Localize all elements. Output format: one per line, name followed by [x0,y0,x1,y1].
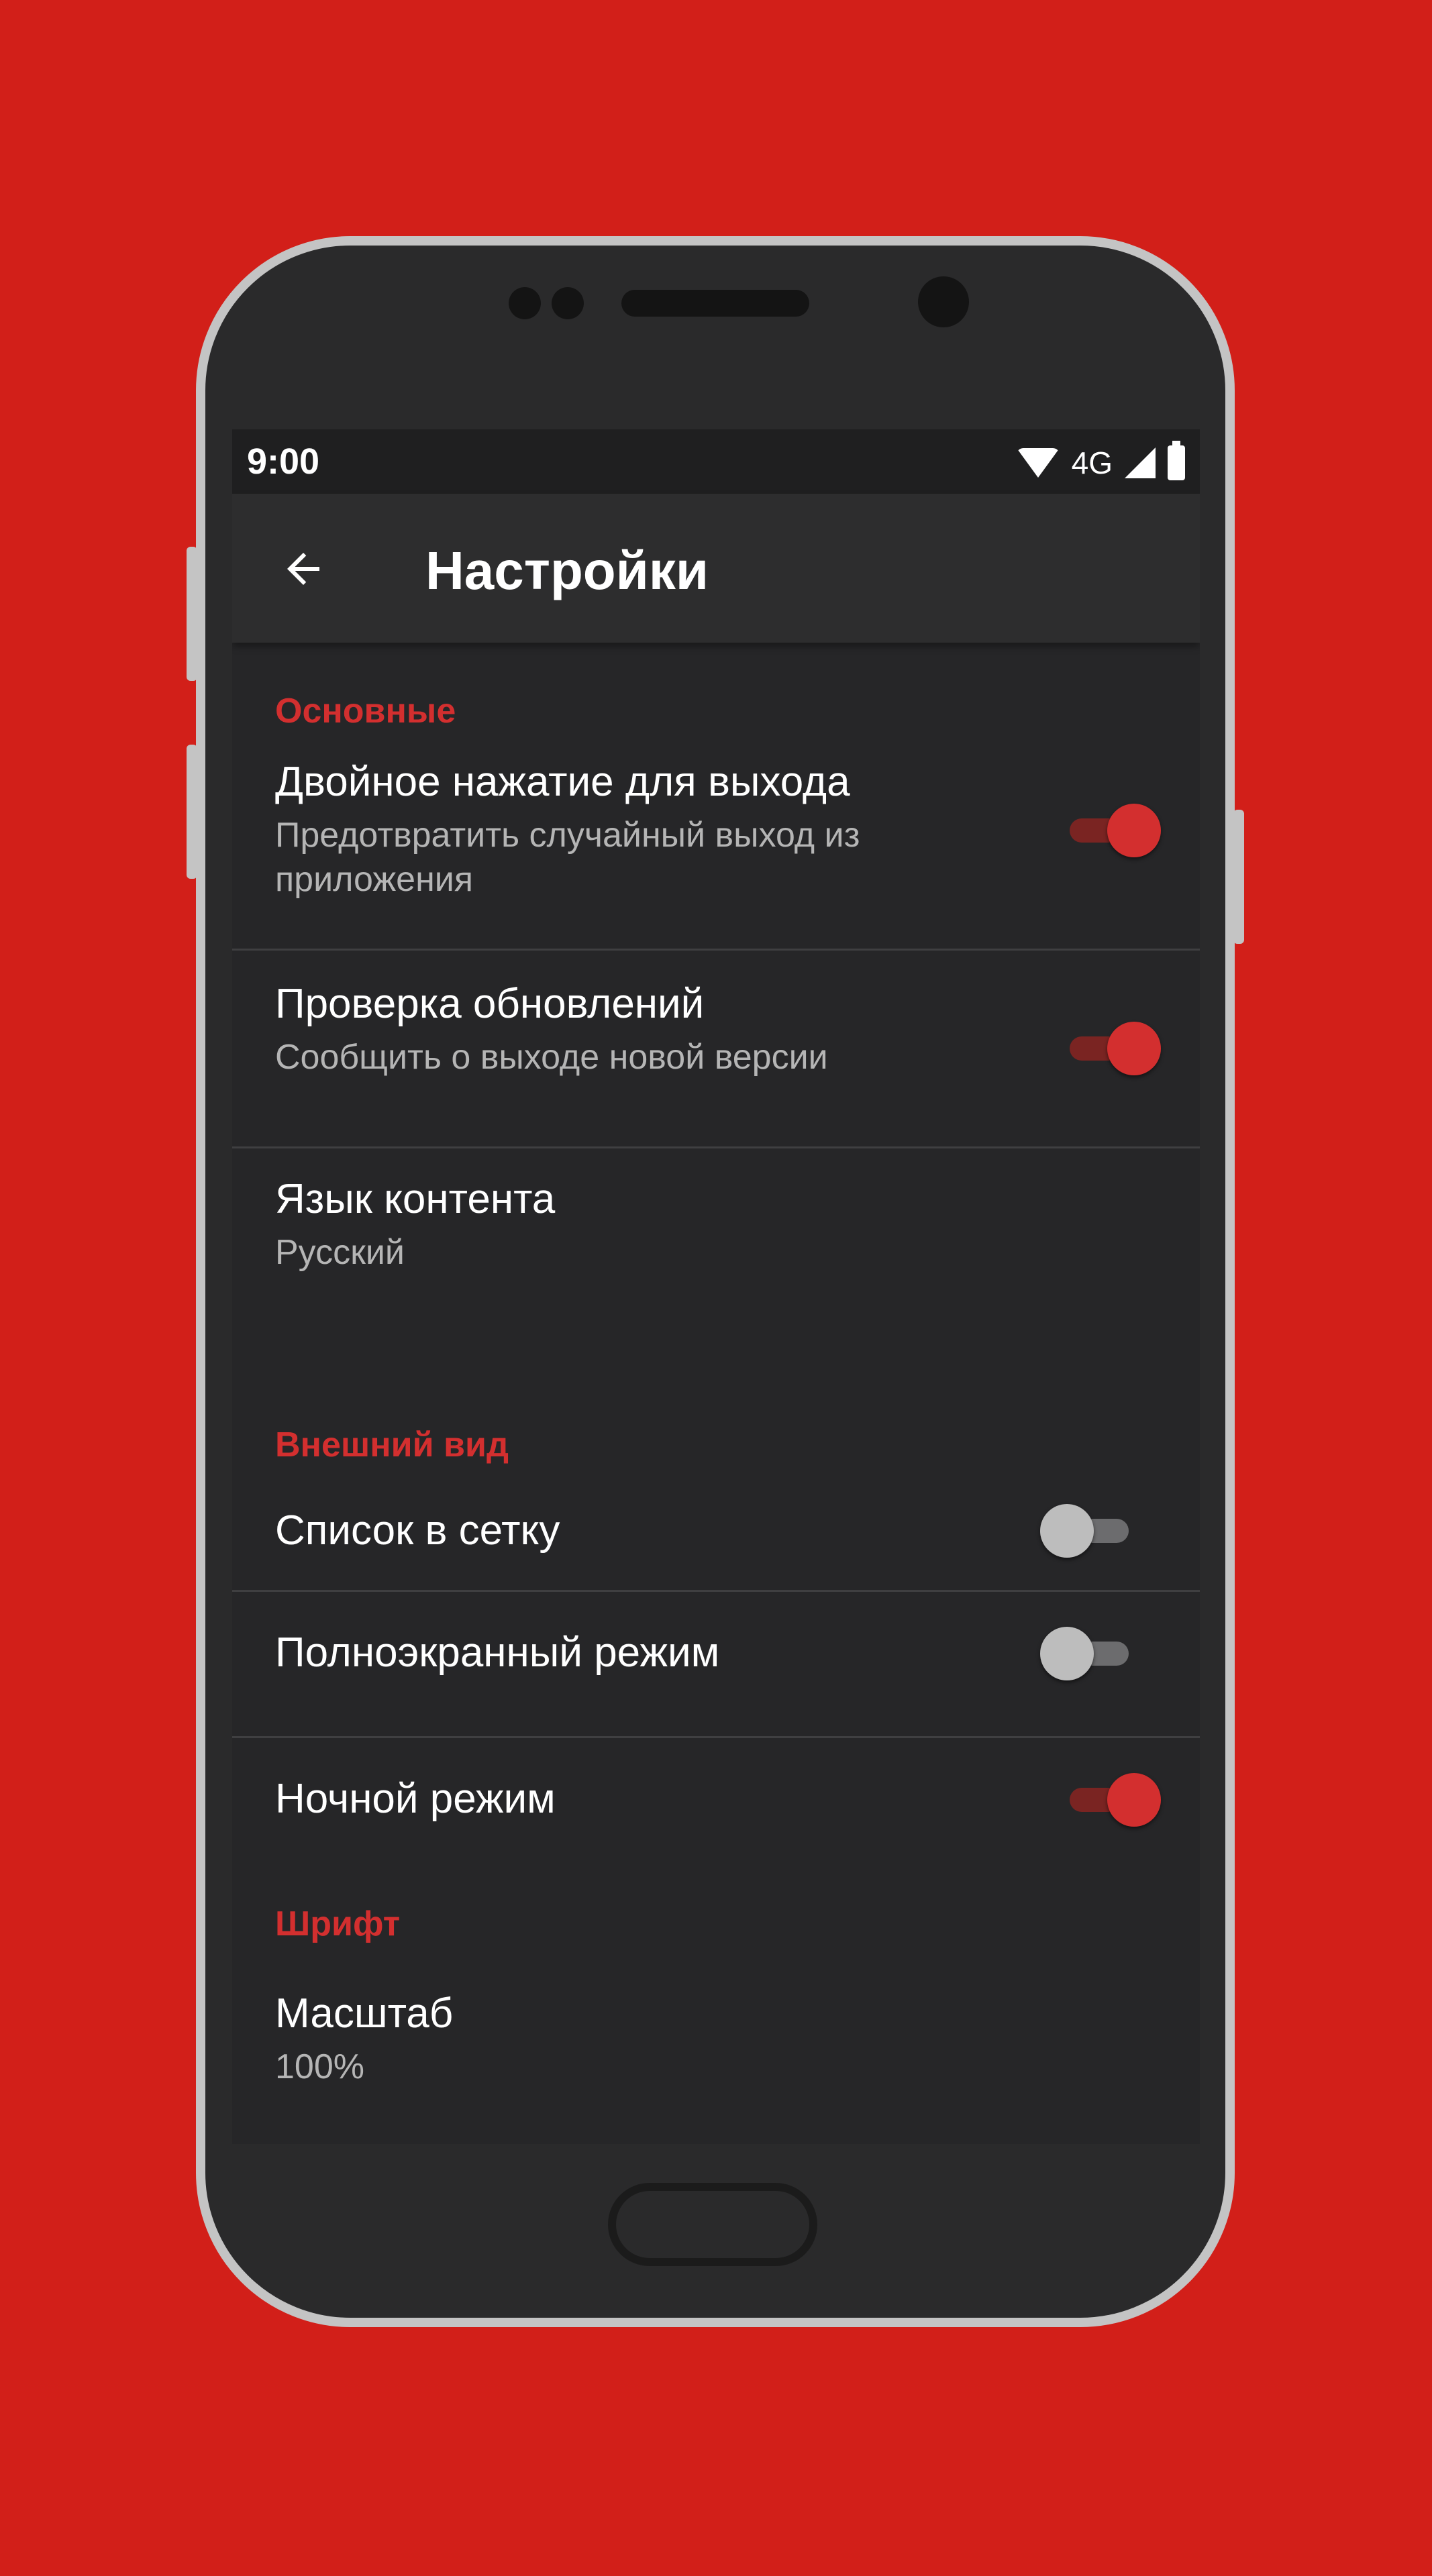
setting-subtitle: Сообщить о выходе новой версии [275,1038,828,1077]
wifi-icon [1016,448,1060,478]
page-title: Настройки [425,541,709,600]
setting-title: Масштаб [275,1990,454,2037]
setting-title: Язык контента [275,1176,556,1222]
setting-scale[interactable]: Масштаб 100% [232,1951,1200,2144]
status-bar: 9:00 4G [232,429,1200,494]
setting-title: Двойное нажатие для выхода [275,759,850,805]
back-arrow-icon[interactable] [279,545,327,593]
setting-value: Русский [275,1233,405,1272]
battery-icon [1168,441,1185,480]
cell-signal-icon [1125,447,1156,478]
night-mode-switch[interactable] [1060,1773,1161,1827]
grid-list-switch[interactable] [1040,1504,1138,1558]
setting-title: Проверка обновлений [275,981,705,1027]
switch-thumb [1040,1627,1094,1680]
section-header-general: Основные [275,692,456,731]
proximity-sensor [509,287,541,319]
setting-title: Полноэкранный режим [275,1629,720,1676]
setting-night-mode[interactable]: Ночной режим [232,1738,1200,1859]
check-updates-switch[interactable] [1060,1022,1161,1075]
setting-value: 100% [275,2047,364,2086]
setting-grid-list[interactable]: Список в сетку [232,1469,1200,1590]
setting-title: Ночной режим [275,1776,556,1822]
earpiece-speaker [621,290,809,317]
app-bar: Настройки [232,494,1200,643]
switch-thumb [1107,804,1161,857]
screen: 9:00 4G Настройки Основные Двойное нажат… [232,429,1200,2144]
network-type: 4G [1071,445,1113,480]
status-time: 9:00 [247,441,320,482]
setting-fullscreen[interactable]: Полноэкранный режим [232,1592,1200,1736]
section-header-font: Шрифт [275,1904,401,1943]
setting-title: Список в сетку [275,1507,560,1554]
fullscreen-switch[interactable] [1040,1627,1138,1680]
status-icons: 4G [1016,441,1185,483]
double-tap-exit-switch[interactable] [1060,804,1161,857]
switch-thumb [1107,1773,1161,1827]
light-sensor [552,287,584,319]
setting-content-language[interactable]: Язык контента Русский [232,1148,1200,1316]
power-button [1233,810,1244,944]
setting-subtitle: Предотвратить случайный выход из приложе… [275,816,860,899]
home-button[interactable] [608,2183,817,2266]
setting-double-tap-exit[interactable]: Двойное нажатие для выхода Предотвратить… [232,743,1200,949]
setting-check-updates[interactable]: Проверка обновлений Сообщить о выходе но… [232,951,1200,1146]
section-header-appearance: Внешний вид [275,1426,509,1464]
switch-thumb [1040,1504,1094,1558]
front-camera [918,276,969,327]
switch-thumb [1107,1022,1161,1075]
